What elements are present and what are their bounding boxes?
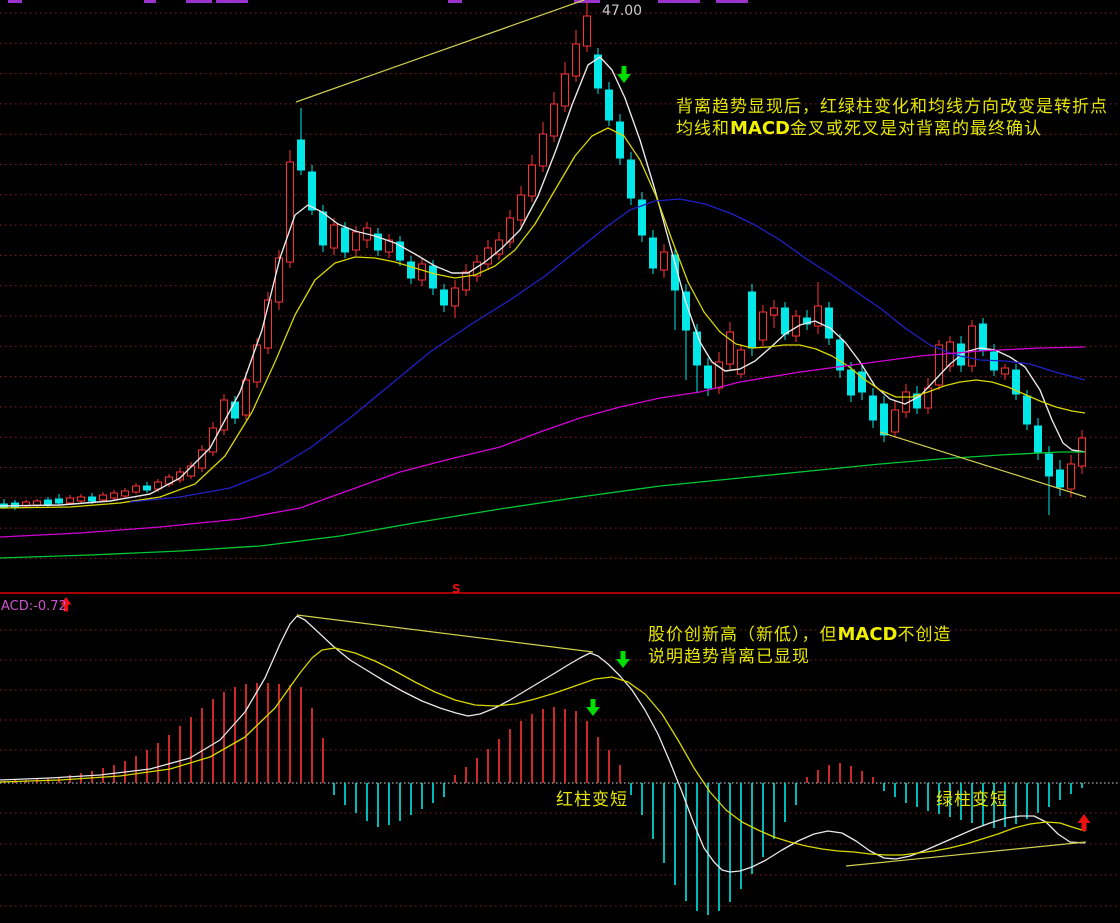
candle-body-up: [122, 491, 129, 496]
candle-body-down: [342, 228, 349, 252]
candle-body-down: [617, 122, 624, 158]
macd-annotation-line1-pre: 股价创新高（新低），但: [648, 625, 838, 645]
candle-body-up: [540, 134, 547, 166]
candle-body-down: [1024, 396, 1031, 424]
candle-body-up: [573, 44, 580, 76]
macd-annotation-macd-word: MACD: [838, 624, 898, 645]
candle-body-up: [353, 232, 360, 250]
macd-trendline: [846, 842, 1086, 866]
candle-body-up: [892, 410, 899, 432]
candle-body-down: [45, 500, 52, 504]
candle-body-up: [78, 497, 85, 501]
red-bars-shorten-label: 红柱变短: [556, 790, 628, 811]
annotation-line-1: 背离趋势显现后，红绿柱变化和均线方向改变是转折点: [676, 97, 1108, 118]
candle-body-up: [529, 165, 536, 196]
candle-body-up: [584, 16, 591, 46]
candle-body-up: [1068, 464, 1075, 489]
candle-body-down: [749, 292, 756, 348]
candle-body-down: [980, 324, 987, 350]
macd-annotation-line-1: 股价创新高（新低），但MACD不创造: [648, 624, 952, 647]
candle-body-down: [56, 499, 63, 503]
macd-annotation-line-2: 说明趋势背离已显现: [648, 647, 952, 668]
candle-body-down: [430, 266, 437, 288]
candle-body-down: [1046, 454, 1053, 476]
annotation-line-2: 均线和MACD金叉或死叉是对背离的最终确认: [676, 118, 1108, 141]
candle-body-down: [870, 396, 877, 420]
down-arrow-icon: [586, 699, 600, 716]
candle-body-up: [67, 498, 74, 503]
price-trendline: [880, 432, 1086, 497]
candle-body-down: [1057, 470, 1064, 487]
candle-body-up: [463, 272, 470, 290]
candle-body-up: [771, 308, 778, 315]
candle-body-down: [628, 160, 635, 198]
divergence-annotation-top: 背离趋势显现后，红绿柱变化和均线方向改变是转折点 均线和MACD金叉或死叉是对背…: [676, 97, 1108, 141]
candle-body-down: [848, 370, 855, 395]
candle-body-down: [144, 486, 151, 490]
candle-body-down: [232, 402, 239, 418]
candle-body-down: [782, 308, 789, 334]
candle-body-down: [705, 366, 712, 388]
candle-body-down: [320, 212, 327, 245]
candle-body-down: [1035, 426, 1042, 452]
candle-body-down: [694, 332, 701, 365]
ma-line-MA-magenta: [0, 347, 1085, 537]
candle-body-up: [727, 332, 734, 364]
up-arrow-icon: [1078, 814, 1091, 831]
candle-body-up: [969, 326, 976, 366]
candle-body-down: [408, 262, 415, 278]
candle-body-down: [826, 308, 833, 338]
candle-body-up: [1002, 368, 1009, 374]
annotation-line2-pre: 均线和: [676, 119, 730, 139]
candle-body-down: [441, 290, 448, 305]
candle-body-up: [243, 380, 250, 415]
candle-body-up: [738, 350, 745, 374]
candle-body-up: [760, 312, 767, 340]
candle-body-up: [562, 74, 569, 106]
chart-window: 47.00 背离趋势显现后，红绿柱变化和均线方向改变是转折点 均线和MACD金叉…: [0, 0, 1120, 923]
candle-body-up: [452, 288, 459, 306]
candle-body-down: [606, 90, 613, 120]
annotation-line2-post: 金叉或死叉是对背离的最终确认: [790, 119, 1042, 139]
candle-body-up: [111, 493, 118, 498]
candle-body-up: [419, 264, 426, 280]
price-trendline: [296, 0, 584, 102]
candle-body-down: [650, 238, 657, 268]
candle-body-up: [551, 104, 558, 136]
pane-splitter-mark[interactable]: S: [452, 582, 461, 597]
peak-price-label: 47.00: [602, 3, 642, 21]
macd-value-label: ACD:-0.72: [1, 599, 67, 615]
candle-body-up: [287, 162, 294, 262]
candle-body-up: [133, 486, 140, 492]
candle-body-down: [309, 172, 316, 210]
candle-body-down: [881, 404, 888, 435]
candle-body-up: [100, 495, 107, 500]
down-arrow-icon: [616, 651, 630, 668]
candle-body-down: [89, 497, 96, 501]
candle-body-up: [518, 195, 525, 220]
macd-annotation-line1-post: 不创造: [898, 625, 952, 645]
down-arrow-icon: [617, 66, 631, 83]
candle-body-up: [34, 501, 41, 505]
candle-body-down: [298, 140, 305, 170]
divergence-annotation-macd: 股价创新高（新低），但MACD不创造 说明趋势背离已显现: [648, 624, 952, 668]
candle-body-up: [661, 252, 668, 270]
candle-body-up: [331, 225, 338, 248]
candle-body-down: [837, 340, 844, 370]
ma-line-MA-green: [0, 452, 1085, 558]
green-bars-shorten-label: 绿柱变短: [936, 790, 1008, 811]
annotation-macd-word: MACD: [730, 118, 790, 139]
macd-trendline: [297, 615, 593, 652]
